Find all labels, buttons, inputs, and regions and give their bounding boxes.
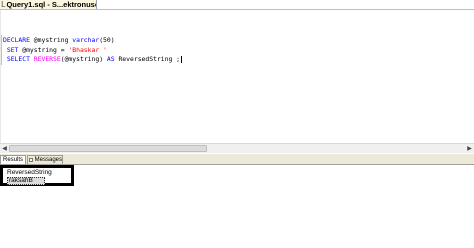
tab-results[interactable]: Results: [0, 155, 26, 164]
result-cell[interactable]: raksahB: [7, 177, 45, 185]
tab-results-label: Results: [3, 156, 24, 163]
code-token: DECLARE: [3, 36, 30, 44]
code-token: @mystring =: [18, 45, 69, 54]
tab-overflow-fragment: L: [1, 0, 6, 9]
code-token: REVERSE: [33, 55, 61, 63]
document-tab-bar: L Query1.sql - S...ektronuser (53))* ×: [0, 0, 474, 10]
code-token: @mystring: [29, 36, 73, 44]
results-tab-strip: Results Messages: [0, 154, 474, 165]
text-cursor: [181, 55, 183, 63]
query-document-tab[interactable]: L Query1.sql - S...ektronuser (53))* ×: [0, 0, 97, 9]
scrollbar-thumb[interactable]: [9, 145, 207, 152]
code-line[interactable]: DECLARE @mystring varchar(50): [3, 36, 182, 46]
changed-lines-marker: [1, 35, 2, 65]
column-header-reversedstring[interactable]: ReversedString: [7, 169, 52, 176]
code-line[interactable]: SET @mystring = 'Bhaskar ': [3, 46, 182, 56]
code-token: varchar: [72, 36, 100, 44]
sql-editor[interactable]: DECLARE @mystring varchar(50) SET @mystr…: [0, 10, 474, 152]
code-token: SET: [3, 45, 19, 54]
code-token: AS: [106, 55, 115, 63]
scroll-left-icon[interactable]: ◀: [0, 144, 9, 153]
sql-code[interactable]: DECLARE @mystring varchar(50) SET @mystr…: [3, 36, 183, 65]
editor-horizontal-scrollbar[interactable]: ◀ ▶: [0, 143, 474, 153]
code-token: ReversedString ;: [114, 55, 181, 63]
code-token: 'Bhaskar ': [68, 45, 107, 54]
code-token: (50): [99, 36, 115, 44]
editor-gutter: [0, 10, 1, 152]
messages-icon: [29, 158, 33, 162]
code-token: (@mystring): [60, 55, 107, 63]
results-grid: ReversedString raksahB: [0, 165, 74, 186]
scroll-right-icon[interactable]: ▶: [465, 144, 474, 153]
code-token: SELECT: [3, 55, 30, 63]
tab-messages-label: Messages: [34, 156, 62, 163]
results-pane: ReversedString raksahB: [0, 165, 474, 248]
query-tab-title: Query1.sql - S...ektronuser (53))*: [6, 0, 97, 9]
code-line[interactable]: SELECT REVERSE(@mystring) AS ReversedStr…: [3, 55, 183, 65]
tab-messages[interactable]: Messages: [27, 155, 63, 164]
